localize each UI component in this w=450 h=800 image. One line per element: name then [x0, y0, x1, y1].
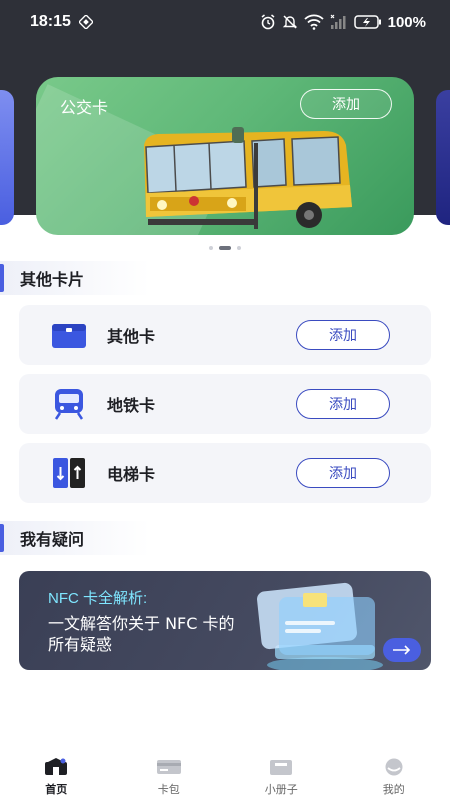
- carousel-dot: [237, 246, 241, 250]
- bus-card-add-button[interactable]: 添加: [300, 89, 392, 119]
- faq-section-title: 我有疑问: [0, 521, 150, 555]
- battery-percent: 100%: [387, 13, 426, 31]
- card-pack-icon: [156, 760, 181, 774]
- add-elevator-card-button[interactable]: 添加: [296, 458, 390, 488]
- card-row-elevator[interactable]: 电梯卡 添加: [19, 443, 431, 503]
- tab-profile[interactable]: 我的: [338, 748, 450, 800]
- tab-label: 卡包: [157, 783, 180, 796]
- card-row-label: 其他卡: [107, 327, 156, 346]
- tab-label: 首页: [45, 783, 68, 796]
- carousel-dot: [209, 246, 213, 250]
- metro-train-icon: [51, 388, 87, 420]
- bus-illustration: [144, 127, 352, 229]
- status-time: 18:15: [30, 13, 71, 30]
- add-other-card-button[interactable]: 添加: [296, 320, 390, 350]
- tab-booklet[interactable]: 小册子: [225, 748, 338, 800]
- battery-icon: [353, 14, 382, 30]
- tab-card-pack[interactable]: 卡包: [113, 748, 226, 800]
- signal-icon: [330, 14, 348, 30]
- faq-banner-text: 一文解答你关于 NFC 卡的所有疑惑: [48, 614, 235, 654]
- arrow-right-icon: [393, 645, 411, 655]
- bottom-tab-bar: 首页 卡包 小册子 我的: [0, 748, 450, 800]
- faq-banner-title: NFC 卡全解析:: [48, 590, 148, 607]
- bus-card-title: 公交卡: [60, 98, 109, 117]
- nfc-faq-banner[interactable]: NFC 卡全解析: 一文解答你关于 NFC 卡的所有疑惑: [19, 571, 431, 670]
- wifi-icon: [304, 14, 324, 30]
- card-row-metro[interactable]: 地铁卡 添加: [19, 374, 431, 434]
- add-metro-card-button[interactable]: 添加: [296, 389, 390, 419]
- elevator-icon: [51, 457, 87, 489]
- booklet-icon: [270, 760, 293, 775]
- nfc-card-illustration: [257, 582, 383, 670]
- card-row-label: 电梯卡: [107, 465, 156, 484]
- tab-label: 我的: [382, 783, 405, 796]
- carousel-indicator: [0, 246, 450, 250]
- other-cards-section-title: 其他卡片: [0, 261, 150, 295]
- card-row-label: 地铁卡: [107, 396, 156, 415]
- tab-label: 小册子: [264, 783, 298, 796]
- tab-home[interactable]: 首页: [0, 748, 113, 800]
- bus-card[interactable]: 公交卡 添加: [36, 77, 414, 235]
- banner-arrow-button[interactable]: [383, 638, 421, 662]
- alarm-icon: [260, 14, 276, 30]
- carousel-prev-card[interactable]: [0, 90, 14, 225]
- home-icon: [45, 758, 68, 775]
- nfc-icon: [78, 15, 93, 29]
- mute-icon: [282, 14, 298, 30]
- carousel-next-card[interactable]: [436, 90, 450, 225]
- status-bar: 18:15 100%: [0, 0, 450, 44]
- card-row-other[interactable]: 其他卡 添加: [19, 305, 431, 365]
- carousel-dot-active: [219, 246, 231, 250]
- card-wallet-icon: [51, 319, 87, 351]
- profile-icon: [385, 758, 403, 776]
